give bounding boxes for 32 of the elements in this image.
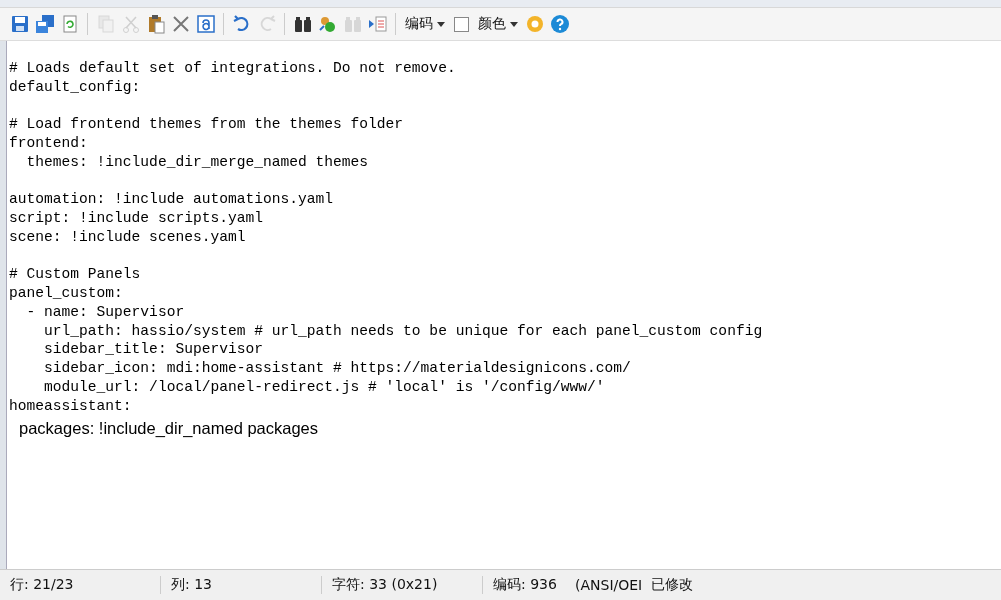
code-line: packages: !include_dir_named packages xyxy=(18,419,320,438)
code-line: # Custom Panels xyxy=(9,265,142,284)
caret-icon xyxy=(510,21,518,27)
dropdown-button[interactable]: 编码 xyxy=(402,15,448,33)
code-line: module_url: /local/panel-redirect.js # 'local' is '/config/www/' xyxy=(43,377,606,397)
help-icon[interactable] xyxy=(548,12,571,36)
code-line: # Load frontend themes from the themes folder xyxy=(9,115,405,134)
code-line: - name: Supervisor xyxy=(25,302,186,322)
code-line: frontend: xyxy=(9,134,89,153)
code-line: script: !include scripts.yaml xyxy=(9,209,264,228)
status-text: 编码: 936 xyxy=(492,576,558,594)
status-text: 行: 21/23 xyxy=(0,576,161,594)
code-line: default_config: xyxy=(9,77,142,97)
code-line: sidebar_icon: mdi:home-assistant # https://materialdesignicons.com/ xyxy=(43,359,632,378)
save-all-icon[interactable] xyxy=(33,12,56,36)
code-line: panel_custom: xyxy=(9,284,124,303)
code-line: automation: !include automations.yaml xyxy=(9,190,335,209)
code-line: sidebar_title: Supervisor xyxy=(43,340,264,359)
status-text: 已修改 xyxy=(650,576,693,594)
text-editor[interactable] xyxy=(7,41,1001,569)
dropdown-button[interactable]: 颜色 xyxy=(475,15,521,33)
checkbox[interactable] xyxy=(454,16,469,32)
code-line: scene: !include scenes.yaml xyxy=(9,227,247,247)
status-text: 列: 13 xyxy=(161,576,322,594)
code-line: themes: !include_dir_merge_named themes xyxy=(25,152,370,172)
status-text: 字符: 33 (0x21) xyxy=(322,576,483,594)
code-line: # Loads default set of integrations. Do not remove. xyxy=(9,59,457,78)
code-line: homeassistant: xyxy=(9,396,133,416)
status-text: (ANSI/OEI xyxy=(574,577,644,593)
code-line: url_path: hassio/system # url_path needs to be unique for each panel_custom config xyxy=(43,321,764,341)
select-all-icon[interactable] xyxy=(194,12,217,36)
caret-icon xyxy=(437,21,445,27)
